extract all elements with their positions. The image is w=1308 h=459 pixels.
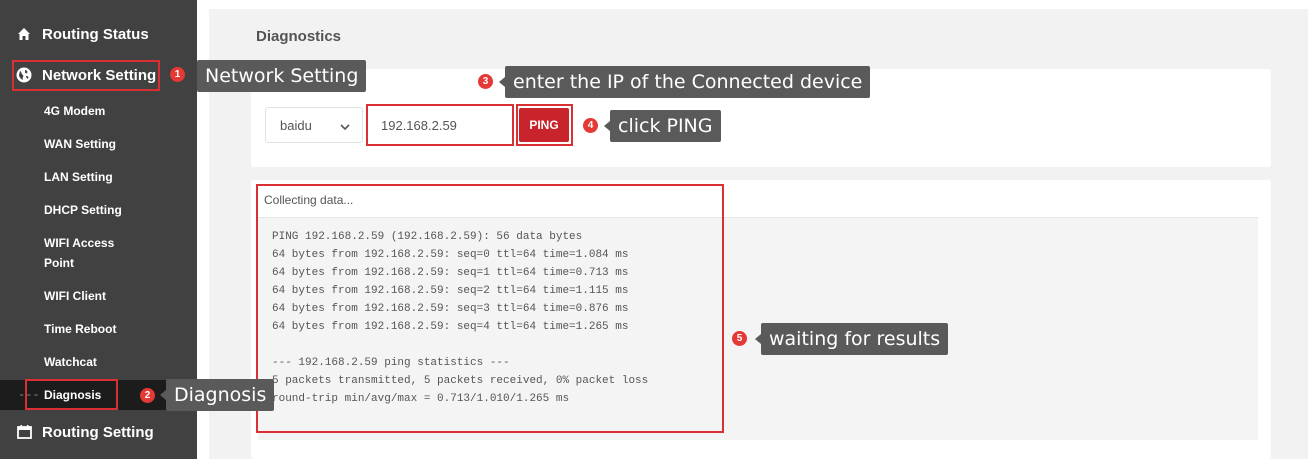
home-icon	[16, 26, 32, 42]
callout-diagnosis: Diagnosis	[159, 379, 275, 411]
ip-address-input[interactable]	[366, 104, 514, 146]
sidebar-item-routing-setting[interactable]: Routing Setting	[16, 419, 186, 445]
step-badge-3: 3	[478, 74, 493, 89]
sidebar-item-wifi-client[interactable]: WIFI Client	[44, 286, 184, 306]
results-highlight	[256, 184, 724, 433]
callout-network-setting: Network Setting	[197, 60, 367, 92]
step-badge-5: 5	[732, 331, 747, 346]
sidebar-item-wifi-access-point[interactable]: WIFI Access Point	[44, 233, 154, 273]
callout-enter-ip: enter the IP of the Connected device	[498, 66, 871, 98]
diagnosis-highlight	[25, 379, 118, 410]
chevron-down-icon	[340, 120, 350, 131]
sidebar-item-dhcp-setting[interactable]: DHCP Setting	[44, 200, 184, 220]
calendar-icon	[16, 424, 32, 440]
step-badge-2: 2	[140, 388, 155, 403]
ping-button[interactable]: PING	[519, 108, 569, 142]
sidebar-item-label: Routing Setting	[42, 423, 154, 441]
host-select[interactable]: baidu	[265, 107, 363, 143]
host-select-value: baidu	[280, 117, 312, 133]
sidebar-item-4g-modem[interactable]: 4G Modem	[44, 101, 184, 121]
step-badge-1: 1	[170, 67, 185, 82]
sidebar-item-wan-setting[interactable]: WAN Setting	[44, 134, 184, 154]
page-title: Diagnostics	[256, 28, 342, 45]
callout-waiting-results: waiting for results	[754, 323, 949, 355]
sidebar-item-routing-status[interactable]: Routing Status	[16, 21, 186, 47]
sidebar-item-watchcat[interactable]: Watchcat	[44, 352, 184, 372]
sidebar-item-label: Routing Status	[42, 25, 149, 43]
step-badge-4: 4	[583, 118, 598, 133]
sidebar-item-lan-setting[interactable]: LAN Setting	[44, 167, 184, 187]
callout-click-ping: click PING	[604, 110, 721, 142]
network-setting-highlight	[12, 60, 160, 91]
sidebar-item-time-reboot[interactable]: Time Reboot	[44, 319, 184, 339]
